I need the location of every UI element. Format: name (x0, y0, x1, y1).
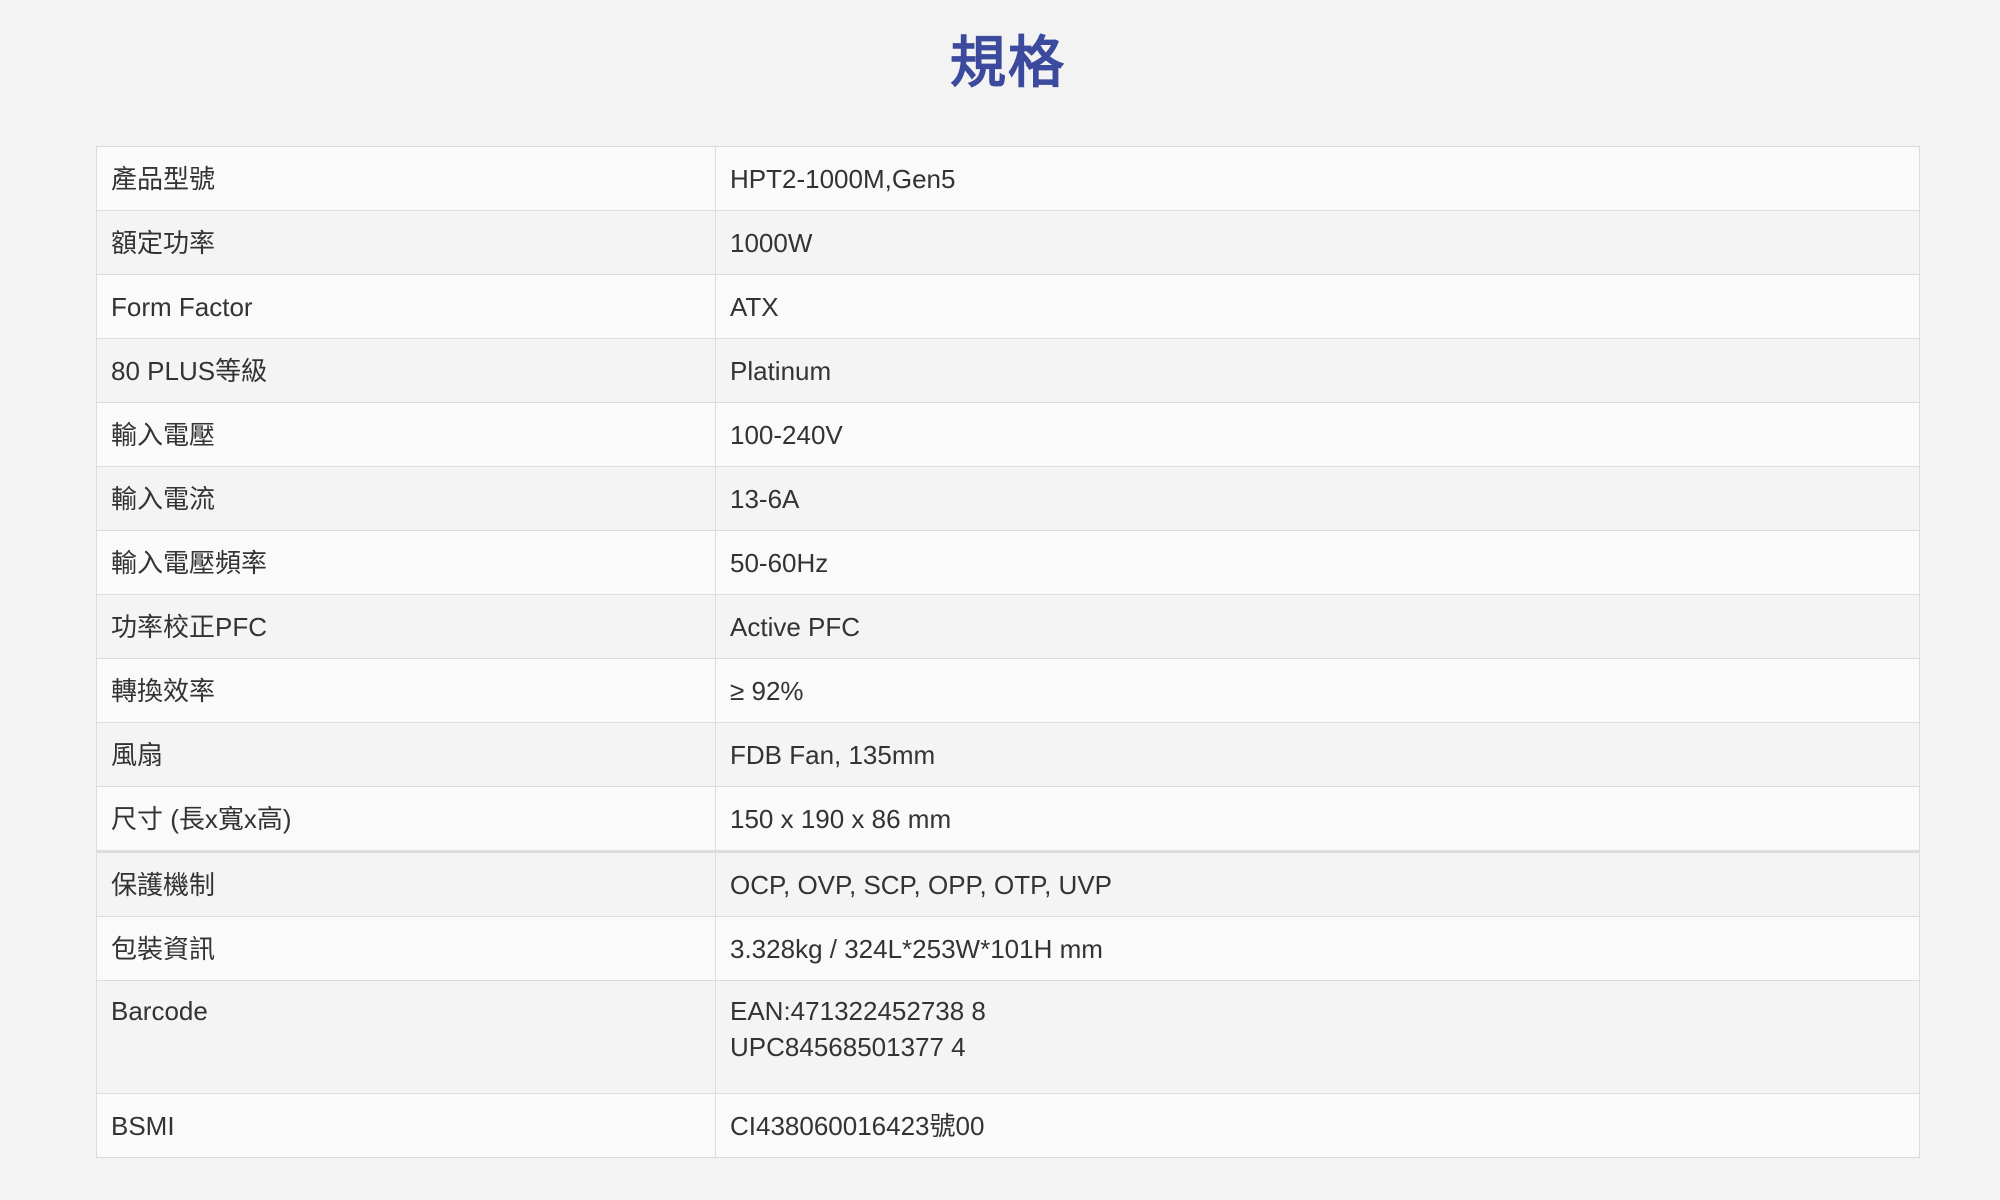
table-row: 80 PLUS等級 Platinum (96, 338, 1920, 403)
table-row: 額定功率 1000W (96, 210, 1920, 275)
barcode-ean: EAN:471322452738 8 (730, 996, 986, 1026)
spec-label: 功率校正PFC (96, 594, 716, 659)
spec-value: 150 x 190 x 86 mm (715, 786, 1920, 852)
table-row: 輸入電壓頻率 50-60Hz (96, 530, 1920, 595)
spec-value: EAN:471322452738 8 UPC84568501377 4 (715, 980, 1920, 1094)
spec-value: CI438060016423號00 (715, 1093, 1920, 1158)
spec-table: 產品型號 HPT2-1000M,Gen5 額定功率 1000W Form Fac… (96, 146, 1920, 1158)
spec-label: BSMI (96, 1093, 716, 1158)
table-row: 保護機制 OCP, OVP, SCP, OPP, OTP, UVP (96, 850, 1920, 917)
spec-label: 包裝資訊 (96, 916, 716, 981)
table-row: 尺寸 (長x寬x高) 150 x 190 x 86 mm (96, 786, 1920, 852)
spec-value: ≥ 92% (715, 658, 1920, 723)
spec-label: 風扇 (96, 722, 716, 787)
spec-label: Form Factor (96, 274, 716, 339)
spec-value: 3.328kg / 324L*253W*101H mm (715, 916, 1920, 981)
spec-label: 尺寸 (長x寬x高) (96, 786, 716, 852)
table-row: Barcode EAN:471322452738 8 UPC8456850137… (96, 980, 1920, 1094)
spec-label: 轉換效率 (96, 658, 716, 723)
table-row: 轉換效率 ≥ 92% (96, 658, 1920, 723)
spec-value: FDB Fan, 135mm (715, 722, 1920, 787)
spec-label: 額定功率 (96, 210, 716, 275)
table-row: 產品型號 HPT2-1000M,Gen5 (96, 146, 1920, 211)
spec-value: 1000W (715, 210, 1920, 275)
page-title: 規格 (950, 31, 1066, 94)
table-row: 風扇 FDB Fan, 135mm (96, 722, 1920, 787)
spec-value: Active PFC (715, 594, 1920, 659)
table-row: 輸入電流 13-6A (96, 466, 1920, 531)
table-row: BSMI CI438060016423號00 (96, 1093, 1920, 1158)
spec-label: 80 PLUS等級 (96, 338, 716, 403)
spec-label: Barcode (96, 980, 716, 1094)
barcode-upc: UPC84568501377 4 (730, 1032, 966, 1062)
spec-value: OCP, OVP, SCP, OPP, OTP, UVP (715, 850, 1920, 917)
spec-page: 規格 產品型號 HPT2-1000M,Gen5 額定功率 1000W Form … (0, 0, 2000, 1200)
table-row: 功率校正PFC Active PFC (96, 594, 1920, 659)
table-row: Form Factor ATX (96, 274, 1920, 339)
spec-value: 50-60Hz (715, 530, 1920, 595)
spec-label: 輸入電壓頻率 (96, 530, 716, 595)
spec-label: 產品型號 (96, 146, 716, 211)
spec-value: Platinum (715, 338, 1920, 403)
spec-value: 100-240V (715, 402, 1920, 467)
table-row: 輸入電壓 100-240V (96, 402, 1920, 467)
spec-label: 輸入電壓 (96, 402, 716, 467)
spec-value: HPT2-1000M,Gen5 (715, 146, 1920, 211)
table-row: 包裝資訊 3.328kg / 324L*253W*101H mm (96, 916, 1920, 981)
spec-label: 保護機制 (96, 850, 716, 917)
spec-value: ATX (715, 274, 1920, 339)
spec-label: 輸入電流 (96, 466, 716, 531)
spec-value: 13-6A (715, 466, 1920, 531)
